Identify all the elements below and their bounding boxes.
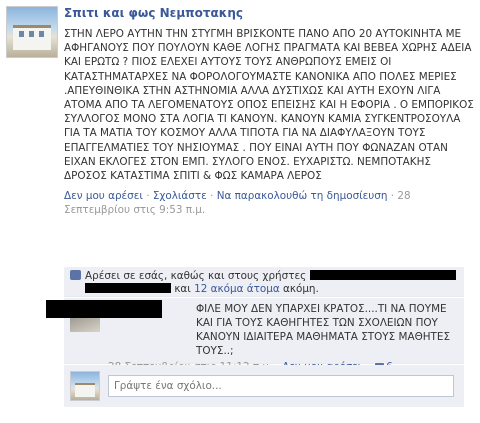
redacted-names	[85, 283, 171, 293]
comment-text: ΦΙΛΕ ΜΟΥ ΔΕΝ ΥΠΑΡΧΕΙ ΚΡΑΤΟΣ....ΤΙ ΝΑ ΠΟΥ…	[196, 303, 451, 357]
likes-summary: Αρέσει σε εσάς, καθώς και στους χρήστες …	[64, 267, 464, 297]
avatar-building-shape	[75, 383, 95, 397]
comment-body: ΦΙΛΕ ΜΟΥ ΔΕΝ ΥΠΑΡΧΕΙ ΚΡΑΤΟΣ....ΤΙ ΝΑ ΠΟΥ…	[108, 302, 458, 374]
comment: ΦΙΛΕ ΜΟΥ ΔΕΝ ΥΠΑΡΧΕΙ ΚΡΑΤΟΣ....ΤΙ ΝΑ ΠΟΥ…	[46, 298, 464, 373]
separator: ·	[146, 190, 150, 203]
more-likers-link[interactable]: 12 ακόμα άτομα	[194, 283, 280, 295]
avatar-window	[19, 31, 24, 37]
unlike-link[interactable]: Δεν μου αρέσει	[64, 190, 143, 202]
avatar-window	[39, 31, 44, 37]
redacted-names	[309, 270, 456, 280]
viewer-avatar	[70, 371, 100, 401]
reply-composer	[64, 365, 464, 407]
post-actions: Δεν μου αρέσει · Σχολιάστε · Να παρακολο…	[64, 189, 474, 217]
likes-prefix: Αρέσει σε εσάς, καθώς και στους χρήστες	[85, 270, 307, 282]
thumbs-up-icon	[70, 270, 81, 280]
page-avatar[interactable]	[6, 6, 58, 58]
comment-input[interactable]	[108, 375, 454, 397]
avatar-building-shape	[13, 25, 51, 50]
likes-and: και	[174, 283, 191, 295]
post-author-link[interactable]: Σπιτι και φως Νεμποτακης	[64, 6, 474, 21]
comment-link[interactable]: Σχολιάστε	[153, 190, 207, 202]
post-message: ΣΤΗΝ ΛΕΡΟ ΑΥΤΗΝ ΤΗΝ ΣΤΥΓΜΗ ΒΡΙΣΚΟΝΤΕ ΠΑΝ…	[64, 28, 474, 183]
avatar-window	[29, 31, 34, 37]
likes-text: Αρέσει σε εσάς, καθώς και στους χρήστες …	[70, 270, 458, 296]
separator: ·	[210, 190, 214, 203]
separator: ·	[390, 190, 395, 203]
post-content: Σπιτι και φως Νεμποτακης ΣΤΗΝ ΛΕΡΟ ΑΥΤΗΝ…	[64, 6, 474, 217]
unfollow-link[interactable]: Να παρακολουθώ τη δημοσίευση	[217, 190, 388, 202]
likes-suffix: ακόμη.	[282, 283, 319, 295]
